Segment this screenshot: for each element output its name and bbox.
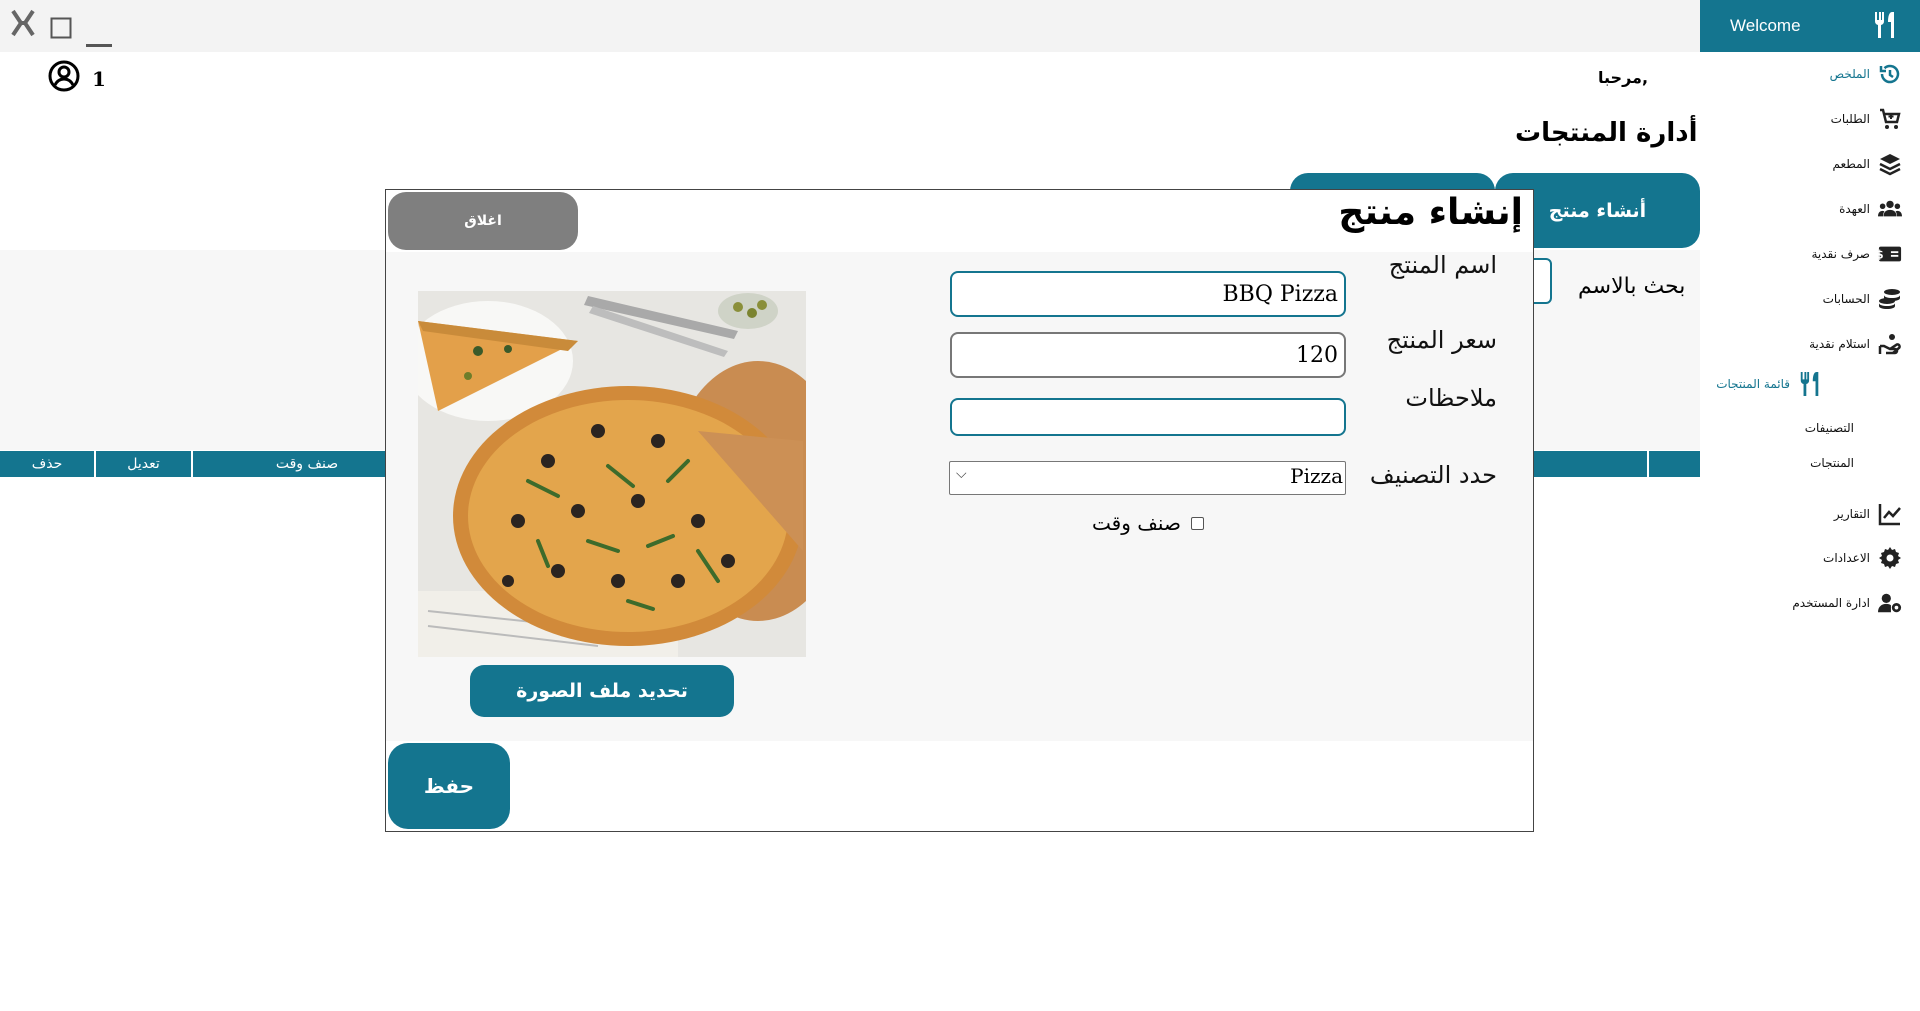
sidebar-item-label: قائمة المنتجات xyxy=(1716,377,1790,391)
select-image-button[interactable]: تحديد ملف الصورة xyxy=(470,665,734,717)
save-button[interactable]: حفظ xyxy=(388,743,510,829)
notes-input[interactable] xyxy=(950,398,1346,436)
users-icon xyxy=(1878,197,1902,221)
sidebar-item-label: الاعدادات xyxy=(1823,551,1870,565)
brand-header: Welcome xyxy=(1700,0,1920,52)
sidebar-subitem-products[interactable]: المنتجات xyxy=(1810,456,1854,470)
dialog-body: اسم المنتج سعر المنتج ملاحظات حدد التصني… xyxy=(386,251,1533,741)
user-number: 1 xyxy=(92,66,106,91)
minimize-icon[interactable] xyxy=(86,22,112,55)
product-price-input[interactable] xyxy=(950,332,1346,378)
gear-icon xyxy=(1878,546,1902,570)
sidebar-item-label: استلام نقدية xyxy=(1809,337,1870,351)
title-bar xyxy=(0,0,1700,52)
category-label: حدد التصنيف xyxy=(1369,461,1497,489)
product-image-preview xyxy=(418,291,806,657)
close-button[interactable]: اغلاق xyxy=(388,192,578,250)
sidebar-item-label: الملخص xyxy=(1829,67,1870,81)
maximize-icon[interactable] xyxy=(50,13,72,46)
sidebar-item-label: التقارير xyxy=(1833,507,1870,521)
sidebar-item-custody[interactable]: العهدة xyxy=(1839,197,1902,221)
layers-icon xyxy=(1878,152,1902,176)
sidebar-item-label: ادارة المستخدم xyxy=(1792,596,1870,610)
sidebar-item-settings[interactable]: الاعدادات xyxy=(1823,546,1902,570)
utensils-icon xyxy=(1872,10,1898,45)
column-header-delete: حذف xyxy=(0,451,96,477)
money-icon: $ xyxy=(1878,242,1902,266)
coins-icon xyxy=(1878,287,1902,311)
utensils-icon xyxy=(1798,372,1822,396)
pizza-image xyxy=(418,291,806,657)
greeting-text: مرحبا, xyxy=(1598,68,1649,87)
time-item-checkbox[interactable] xyxy=(1190,516,1204,530)
search-label: بحث بالاسم xyxy=(1578,274,1686,299)
time-item-option: صنف وقت xyxy=(1092,511,1204,535)
history-icon xyxy=(1878,62,1902,86)
product-name-input[interactable] xyxy=(950,271,1346,317)
sidebar-item-summary[interactable]: الملخص xyxy=(1830,62,1902,86)
brand-label: Welcome xyxy=(1730,16,1801,35)
close-window-icon[interactable] xyxy=(10,8,36,45)
column-header-edit: تعديل xyxy=(96,451,193,477)
sidebar-item-products-menu[interactable]: قائمة المنتجات xyxy=(1716,372,1822,396)
sidebar-item-restaurant[interactable]: المطعم xyxy=(1832,152,1902,176)
sidebar-item-reports[interactable]: التقارير xyxy=(1834,502,1902,526)
sidebar-item-cash-out[interactable]: $ صرف نقدية xyxy=(1811,242,1902,266)
category-selected-value: Pizza xyxy=(1290,464,1343,488)
create-product-dialog: إنشاء منتج اغلاق اسم المنتج سعر المنتج م… xyxy=(385,189,1534,832)
product-price-label: سعر المنتج xyxy=(1386,326,1497,354)
user-gear-icon xyxy=(1878,591,1902,615)
svg-text:$: $ xyxy=(1878,249,1884,262)
chart-line-icon xyxy=(1878,502,1902,526)
sidebar-item-label: صرف نقدية xyxy=(1811,247,1870,261)
user-badge[interactable]: 1 xyxy=(48,60,106,97)
notes-label: ملاحظات xyxy=(1405,384,1497,412)
category-select[interactable]: ⌵ Pizza xyxy=(949,461,1346,495)
sidebar-subitem-categories[interactable]: التصنيفات xyxy=(1805,421,1854,435)
sidebar-item-label: الحسابات xyxy=(1822,292,1870,306)
cart-icon xyxy=(1878,107,1902,131)
dialog-title: إنشاء منتج xyxy=(1338,192,1523,233)
sidebar-item-cash-in[interactable]: استلام نقدية xyxy=(1809,332,1902,356)
sidebar-item-label: العهدة xyxy=(1839,202,1870,216)
page-title: أدارة المنتجات xyxy=(1515,118,1698,148)
sidebar-item-user-management[interactable]: ادارة المستخدم xyxy=(1792,591,1902,615)
user-circle-icon xyxy=(48,60,80,97)
hand-coins-icon xyxy=(1878,332,1902,356)
column-header xyxy=(1534,451,1649,477)
chevron-down-icon: ⌵ xyxy=(956,466,967,482)
sidebar: الملخص الطلبات المطعم العهدة $ صرف نقدية… xyxy=(1700,52,1920,1011)
sidebar-item-label: المطعم xyxy=(1832,157,1870,171)
sidebar-item-orders[interactable]: الطلبات xyxy=(1831,107,1902,131)
product-name-label: اسم المنتج xyxy=(1388,251,1497,279)
sidebar-item-label: الطلبات xyxy=(1830,112,1870,126)
sidebar-item-accounts[interactable]: الحسابات xyxy=(1823,287,1902,311)
time-item-label: صنف وقت xyxy=(1092,511,1181,535)
